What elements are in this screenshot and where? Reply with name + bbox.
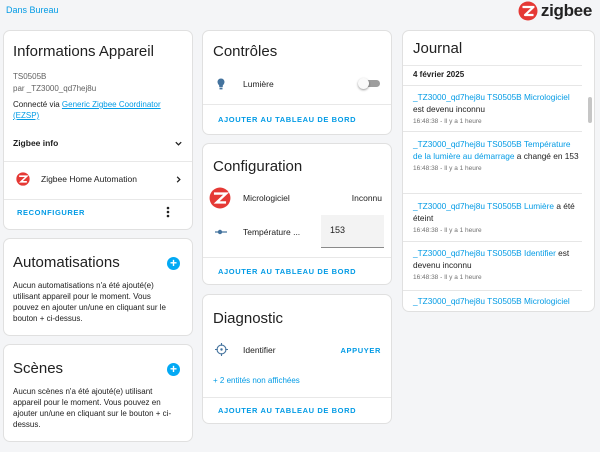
slider-icon <box>215 229 227 235</box>
scenes-card: Scènes + Aucun scènes n'a été ajouté(e) … <box>3 344 193 442</box>
divider <box>403 241 582 242</box>
journal-entry: _TZ3000_qd7hej8u TS0505B Micrologiciel <box>413 295 580 307</box>
light-toggle[interactable] <box>358 78 380 89</box>
identify-press-button[interactable]: APPUYER <box>341 346 381 355</box>
journal-entity-link[interactable]: _TZ3000_qd7hej8u TS0505B Micrologiciel <box>413 92 570 102</box>
divider <box>4 199 192 200</box>
identify-label: Identifier <box>243 345 276 355</box>
firmware-value: Inconnu <box>351 193 382 203</box>
device-info-title: Informations Appareil <box>13 43 154 60</box>
device-manufacturer: par _TZ3000_qd7hej8u <box>13 84 97 93</box>
journal-entry: _TZ3000_qd7hej8u TS0505B Micrologiciel e… <box>413 91 580 127</box>
journal-entity-link[interactable]: _TZ3000_qd7hej8u TS0505B Identifier <box>413 248 556 258</box>
zigbee-info-row[interactable]: Zigbee info <box>4 135 192 151</box>
diagnostic-add-dashboard-button[interactable]: AJOUTER AU TABLEAU DE BORD <box>218 406 356 415</box>
journal-message: est devenu inconnu <box>413 104 485 114</box>
zigbee-logo-icon <box>518 1 538 21</box>
divider <box>4 161 192 162</box>
device-model: TS0505B <box>13 72 47 81</box>
integration-label: Zigbee Home Automation <box>41 174 137 184</box>
journal-timestamp: 16:48:38 - Il y a 1 heure <box>413 165 482 172</box>
diagnostic-title: Diagnostic <box>213 310 284 327</box>
chevron-down-icon <box>175 141 182 146</box>
journal-scrollbar[interactable] <box>588 97 592 123</box>
divider <box>403 193 582 194</box>
journal-entry: _TZ3000_qd7hej8u TS0505B Identifier est … <box>413 247 580 283</box>
divider <box>403 85 582 86</box>
journal-timestamp: 16:48:38 - Il y a 1 heure <box>413 274 482 281</box>
journal-entry: _TZ3000_qd7hej8u TS0505B Lumière a été é… <box>413 200 580 236</box>
journal-entry: _TZ3000_qd7hej8u TS0505B Température de … <box>413 138 580 174</box>
automations-title: Automatisations <box>13 254 120 271</box>
toggle-knob <box>358 78 369 89</box>
temperature-input[interactable]: 153 <box>321 215 384 248</box>
chevron-right-icon <box>176 175 181 183</box>
scenes-empty-text: Aucun scènes n'a été ajouté(e) utilisant… <box>13 387 172 429</box>
controls-title: Contrôles <box>213 43 278 60</box>
zigbee-firmware-icon <box>209 187 231 209</box>
configuration-title: Configuration <box>213 158 303 175</box>
journal-entity-link[interactable]: _TZ3000_qd7hej8u TS0505B Lumière <box>413 201 554 211</box>
reconfigure-button[interactable]: RECONFIGURER <box>17 208 85 217</box>
zigbee-icon <box>16 172 30 186</box>
connected-via-prefix: Connecté via <box>13 100 62 109</box>
zigbee-info-label: Zigbee info <box>13 138 59 148</box>
back-link[interactable]: Dans Bureau <box>6 5 59 15</box>
journal-date: 4 février 2025 <box>413 70 465 79</box>
journal-timestamp: 16:48:38 - Il y a 1 heure <box>413 227 482 234</box>
more-vertical-icon[interactable] <box>166 206 170 218</box>
divider <box>203 257 391 258</box>
zigbee-logo-text: zigbee <box>540 1 592 20</box>
controls-card: Contrôles Lumière AJOUTER AU TABLEAU DE … <box>202 30 392 135</box>
add-automation-button[interactable]: + <box>167 257 180 270</box>
automations-empty-text: Aucun automatisations n'a été ajouté(e) … <box>13 281 166 323</box>
connected-via: Connecté via Generic Zigbee Coordinator … <box>13 99 185 121</box>
journal-timestamp: 16:48:38 - Il y a 1 heure <box>413 118 482 125</box>
identify-icon <box>215 343 228 356</box>
integration-row[interactable]: Zigbee Home Automation <box>4 171 192 187</box>
divider <box>403 131 582 132</box>
scenes-title: Scènes <box>13 360 64 377</box>
divider <box>203 397 391 398</box>
zigbee-logo: zigbee <box>518 1 592 21</box>
diagnostic-card: Diagnostic Identifier APPUYER + 2 entité… <box>202 294 392 424</box>
controls-add-dashboard-button[interactable]: AJOUTER AU TABLEAU DE BORD <box>218 115 356 124</box>
journal-card: Journal 4 février 2025 _TZ3000_qd7hej8u … <box>402 30 595 312</box>
configuration-card: Configuration Micrologiciel Inconnu Temp… <box>202 143 392 285</box>
divider <box>403 65 582 66</box>
hidden-entities-link[interactable]: + 2 entités non affichées <box>213 375 300 386</box>
automations-card: Automatisations + Aucun automatisations … <box>3 238 193 336</box>
configuration-add-dashboard-button[interactable]: AJOUTER AU TABLEAU DE BORD <box>218 267 356 276</box>
journal-message: a changé en 153 <box>516 151 579 161</box>
light-label: Lumière <box>243 79 274 89</box>
top-bar: Dans Bureau zigbee <box>0 0 600 28</box>
temperature-label: Température ... <box>243 227 301 237</box>
journal-entity-link[interactable]: _TZ3000_qd7hej8u TS0505B Micrologiciel <box>413 296 570 306</box>
lightbulb-icon <box>217 78 225 90</box>
divider <box>403 290 582 291</box>
divider <box>203 104 391 105</box>
firmware-label: Micrologiciel <box>243 193 290 203</box>
add-scene-button[interactable]: + <box>167 363 180 376</box>
device-info-card: Informations Appareil TS0505B par _TZ300… <box>3 30 193 230</box>
journal-title: Journal <box>413 40 463 57</box>
